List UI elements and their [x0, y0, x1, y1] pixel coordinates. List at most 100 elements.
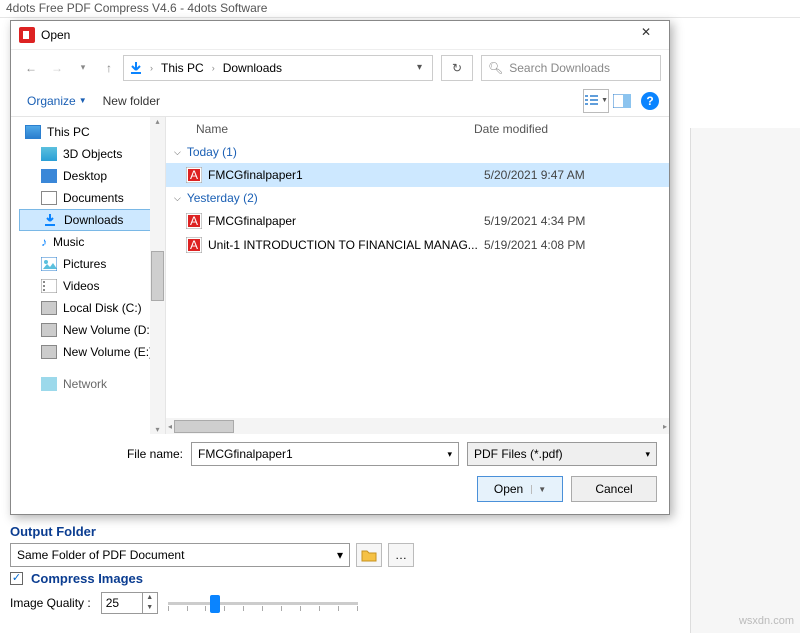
music-icon: ♪ — [41, 235, 47, 249]
spinner-down-icon[interactable]: ▼ — [143, 603, 157, 613]
breadcrumb[interactable]: Downloads — [221, 61, 284, 75]
group-yesterday[interactable]: ⌵ Yesterday (2) — [166, 187, 669, 209]
breadcrumb[interactable]: This PC — [159, 61, 206, 75]
scroll-down-icon[interactable]: ▾ — [155, 425, 159, 434]
tree-label: New Volume (D:) — [63, 323, 154, 337]
navigation-tree[interactable]: This PC 3D Objects Desktop Documents Dow… — [11, 117, 166, 434]
open-dropdown[interactable]: ▼ — [531, 485, 546, 494]
app-title-bar: 4dots Free PDF Compress V4.6 - 4dots Sof… — [0, 0, 800, 18]
dialog-toolbar: Organize ▼ New folder ▼ ? — [11, 85, 669, 117]
tree-item-videos[interactable]: Videos — [19, 275, 165, 297]
file-name: FMCGfinalpaper — [208, 214, 484, 228]
column-name[interactable]: Name — [174, 122, 474, 136]
new-folder-label: New folder — [103, 94, 160, 108]
disk-icon — [41, 323, 57, 337]
chevron-right-icon: › — [148, 63, 155, 73]
file-row[interactable]: A FMCGfinalpaper1 5/20/2021 9:47 AM — [166, 163, 669, 187]
search-input[interactable]: 🔍︎ Search Downloads — [481, 55, 661, 81]
scrollbar-thumb[interactable] — [174, 420, 234, 433]
scroll-left-icon[interactable]: ◂ — [168, 422, 172, 431]
tree-label: Local Disk (C:) — [63, 301, 142, 315]
scroll-right-icon[interactable]: ▸ — [663, 422, 667, 431]
preview-pane-button[interactable] — [609, 89, 635, 113]
download-arrow-icon — [128, 60, 144, 76]
tree-label: Pictures — [63, 257, 106, 271]
tree-item-desktop[interactable]: Desktop — [19, 165, 165, 187]
disk-icon — [41, 345, 57, 359]
file-row[interactable]: A Unit-1 INTRODUCTION TO FINANCIAL MANAG… — [166, 233, 669, 257]
tree-scrollbar[interactable]: ▴ ▾ — [150, 117, 165, 434]
group-label: Yesterday (2) — [187, 191, 258, 205]
tree-item-pictures[interactable]: Pictures — [19, 253, 165, 275]
output-folder-value: Same Folder of PDF Document — [17, 548, 184, 562]
cancel-label: Cancel — [595, 482, 632, 496]
back-button[interactable]: ← — [19, 56, 43, 80]
videos-icon — [41, 279, 57, 293]
address-bar[interactable]: › This PC › Downloads ▾ — [123, 55, 433, 81]
compress-images-checkbox[interactable]: ✓ — [10, 572, 23, 585]
chevron-right-icon: › — [210, 63, 217, 73]
pdf-icon: A — [186, 167, 202, 183]
tree-label: Videos — [63, 279, 99, 293]
image-quality-slider[interactable] — [168, 592, 358, 614]
group-label: Today (1) — [187, 145, 237, 159]
more-options-button[interactable]: … — [388, 543, 414, 567]
chevron-down-icon: ▼ — [79, 96, 87, 105]
chevron-down-icon: ▼ — [601, 97, 608, 104]
tree-item-new-volume-d[interactable]: New Volume (D:) — [19, 319, 165, 341]
network-icon — [41, 377, 57, 391]
close-button[interactable]: ✕ — [631, 23, 661, 47]
pdf-icon: A — [186, 237, 202, 253]
view-options-button[interactable]: ▼ — [583, 89, 609, 113]
group-today[interactable]: ⌵ Today (1) — [166, 141, 669, 163]
organize-button[interactable]: Organize ▼ — [21, 90, 93, 112]
list-view-icon — [584, 95, 598, 107]
tree-label: Downloads — [64, 213, 123, 227]
tree-item-3d-objects[interactable]: 3D Objects — [19, 143, 165, 165]
chevron-down-icon[interactable]: ▾ — [447, 449, 452, 460]
column-date[interactable]: Date modified — [474, 122, 669, 136]
arrow-right-icon: → — [51, 61, 63, 75]
tree-label: Network — [63, 377, 107, 391]
open-button[interactable]: Open ▼ — [477, 476, 563, 502]
refresh-button[interactable]: ↻ — [441, 55, 473, 81]
tree-item-downloads[interactable]: Downloads — [19, 209, 165, 231]
slider-ticks — [168, 606, 358, 611]
output-folder-select[interactable]: Same Folder of PDF Document ▾ — [10, 543, 350, 567]
forward-button[interactable]: → — [45, 56, 69, 80]
cancel-button[interactable]: Cancel — [571, 476, 657, 502]
recent-dropdown[interactable]: ▾ — [71, 56, 95, 80]
refresh-icon: ↻ — [452, 61, 462, 75]
svg-text:A: A — [190, 214, 198, 228]
up-button[interactable]: ↑ — [97, 56, 121, 80]
open-file-dialog: Open ✕ ← → ▾ ↑ › This PC › Downloads ▾ ↻… — [10, 20, 670, 515]
bottom-panel: Output Folder Same Folder of PDF Documen… — [10, 518, 685, 633]
new-folder-button[interactable]: New folder — [93, 90, 170, 112]
tree-item-this-pc[interactable]: This PC — [19, 121, 165, 143]
file-type-select[interactable]: PDF Files (*.pdf) ▾ — [467, 442, 657, 466]
svg-text:A: A — [190, 238, 198, 252]
file-name-input[interactable]: FMCGfinalpaper1 ▾ — [191, 442, 459, 466]
list-scrollbar[interactable]: ◂ ▸ — [166, 418, 669, 434]
scroll-up-icon[interactable]: ▴ — [155, 117, 159, 126]
tree-item-local-disk-c[interactable]: Local Disk (C:) — [19, 297, 165, 319]
image-quality-spinner[interactable]: ▲ ▼ — [101, 592, 158, 614]
dialog-title-bar[interactable]: Open ✕ — [11, 21, 669, 49]
chevron-down-icon: ⌵ — [174, 147, 181, 158]
download-arrow-icon — [42, 213, 58, 227]
help-icon: ? — [646, 94, 653, 108]
help-button[interactable]: ? — [641, 92, 659, 110]
file-row[interactable]: A FMCGfinalpaper 5/19/2021 4:34 PM — [166, 209, 669, 233]
desktop-icon — [41, 169, 57, 183]
image-quality-input[interactable] — [102, 593, 142, 613]
file-name: Unit-1 INTRODUCTION TO FINANCIAL MANAG..… — [208, 238, 484, 252]
tree-item-new-volume-e[interactable]: New Volume (E:) — [19, 341, 165, 363]
tree-item-documents[interactable]: Documents — [19, 187, 165, 209]
address-dropdown[interactable]: ▾ — [411, 62, 428, 73]
browse-folder-button[interactable] — [356, 543, 382, 567]
scrollbar-thumb[interactable] — [151, 251, 164, 301]
app-title: 4dots Free PDF Compress V4.6 - 4dots Sof… — [6, 1, 267, 15]
tree-item-music[interactable]: ♪Music — [19, 231, 165, 253]
spinner-up-icon[interactable]: ▲ — [143, 593, 157, 603]
tree-item-network[interactable]: Network — [19, 373, 165, 395]
